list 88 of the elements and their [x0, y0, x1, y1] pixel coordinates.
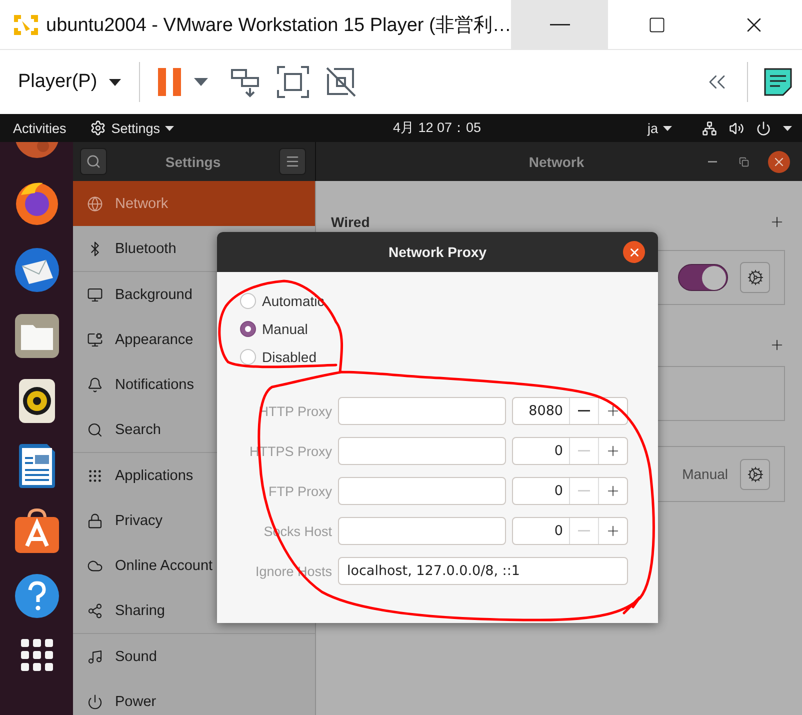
- port-field[interactable]: 0: [513, 438, 569, 464]
- host-field[interactable]: [338, 397, 506, 425]
- share-icon: [87, 602, 103, 618]
- caret-icon: [109, 78, 122, 86]
- host-field[interactable]: [338, 477, 506, 505]
- section-title: Wired: [331, 214, 370, 230]
- plus-icon: [605, 443, 621, 459]
- menu-icon: [284, 154, 300, 169]
- mail-icon[interactable]: [12, 246, 60, 294]
- plus-icon: [605, 523, 621, 539]
- dialog-title: Network Proxy: [388, 244, 487, 260]
- sidebar-title: Settings: [165, 154, 221, 170]
- music-note-icon: [87, 648, 103, 664]
- port-spinner[interactable]: 0: [512, 517, 628, 545]
- add-icon[interactable]: [769, 337, 785, 353]
- gear-icon: [746, 466, 764, 482]
- plus-icon: [605, 403, 621, 419]
- menu-button[interactable]: [278, 148, 306, 175]
- port-spinner[interactable]: 0: [512, 437, 628, 465]
- port-spinner[interactable]: 0: [512, 477, 628, 505]
- note-icon[interactable]: [764, 68, 792, 96]
- search-icon: [87, 422, 103, 438]
- page-title: Network: [528, 154, 584, 170]
- caret-icon: [783, 126, 792, 130]
- monitor-gear-icon: [87, 332, 103, 348]
- document-icon[interactable]: [16, 443, 56, 489]
- proxy-status: Manual: [682, 466, 728, 482]
- globe-icon: [87, 196, 103, 212]
- search-button[interactable]: [80, 148, 107, 175]
- host-field[interactable]: [338, 517, 506, 545]
- radio-button[interactable]: [240, 349, 256, 365]
- clock[interactable]: 4月 12 07：05: [393, 119, 482, 137]
- folder-icon[interactable]: [14, 313, 60, 359]
- close-button[interactable]: [623, 241, 645, 263]
- help-icon[interactable]: [14, 573, 60, 619]
- gear-icon: [90, 120, 106, 136]
- radio-label: Disabled: [262, 349, 316, 365]
- port-field[interactable]: 0: [513, 518, 569, 544]
- search-icon: [86, 154, 101, 169]
- sidebar-item[interactable]: Bluetooth: [73, 226, 315, 271]
- settings-button[interactable]: [740, 458, 770, 490]
- restore-icon: [738, 156, 749, 166]
- pause-icon[interactable]: [158, 66, 182, 98]
- power-icon: [756, 120, 771, 136]
- bell-icon: [87, 376, 103, 392]
- window-title: ubuntu2004 - VMware Workstation 15 Player (非営利…: [46, 14, 512, 38]
- unity-off-icon[interactable]: [325, 66, 358, 98]
- sidebar-item[interactable]: Notifications: [73, 362, 315, 407]
- minimize-icon: [708, 160, 718, 162]
- system-menu[interactable]: [702, 120, 792, 136]
- speaker-icon[interactable]: [18, 378, 56, 424]
- fullscreen-icon[interactable]: [277, 66, 310, 98]
- field-label: FTP Proxy: [267, 484, 332, 498]
- settings-button[interactable]: [740, 262, 770, 293]
- ignore-hosts-field[interactable]: localhost, 127.0.0.0/8, ::1: [338, 557, 628, 585]
- minimize-icon: [550, 24, 570, 26]
- port-spinner[interactable]: 8080: [512, 397, 628, 425]
- app-grid-icon[interactable]: [20, 638, 54, 672]
- caret-icon[interactable]: [194, 78, 208, 86]
- close-icon: [628, 246, 640, 258]
- player-menu[interactable]: Player(P): [18, 71, 122, 93]
- toggle-switch[interactable]: [678, 264, 728, 291]
- radio-label: Manual: [262, 321, 308, 337]
- activities-button[interactable]: Activities: [13, 120, 66, 136]
- add-icon[interactable]: [769, 214, 785, 230]
- port-field[interactable]: 8080: [513, 398, 569, 424]
- close-button[interactable]: [768, 150, 790, 172]
- app-menu[interactable]: Settings: [90, 120, 174, 136]
- caret-icon: [165, 126, 174, 130]
- gear-icon: [746, 269, 764, 286]
- radio-button[interactable]: [240, 321, 256, 337]
- plus-icon: [605, 483, 621, 499]
- sidebar-item[interactable]: Sound: [73, 634, 315, 679]
- shopping-bag-icon[interactable]: [14, 508, 60, 554]
- maximize-icon: [648, 16, 666, 34]
- monitor-icon: [87, 286, 103, 302]
- sidebar-item[interactable]: Power: [73, 679, 315, 715]
- lock-icon: [87, 512, 103, 528]
- host-field[interactable]: [338, 437, 506, 465]
- power-icon: [87, 694, 103, 710]
- dots-grid-icon: [87, 468, 103, 484]
- radio-button[interactable]: [240, 293, 256, 309]
- port-field[interactable]: 0: [513, 478, 569, 504]
- input-method-menu[interactable]: ja: [647, 120, 672, 136]
- sidebar-item[interactable]: Sharing: [73, 588, 315, 633]
- caret-icon: [663, 126, 672, 130]
- network-icon: [702, 120, 717, 136]
- volume-icon: [729, 120, 744, 136]
